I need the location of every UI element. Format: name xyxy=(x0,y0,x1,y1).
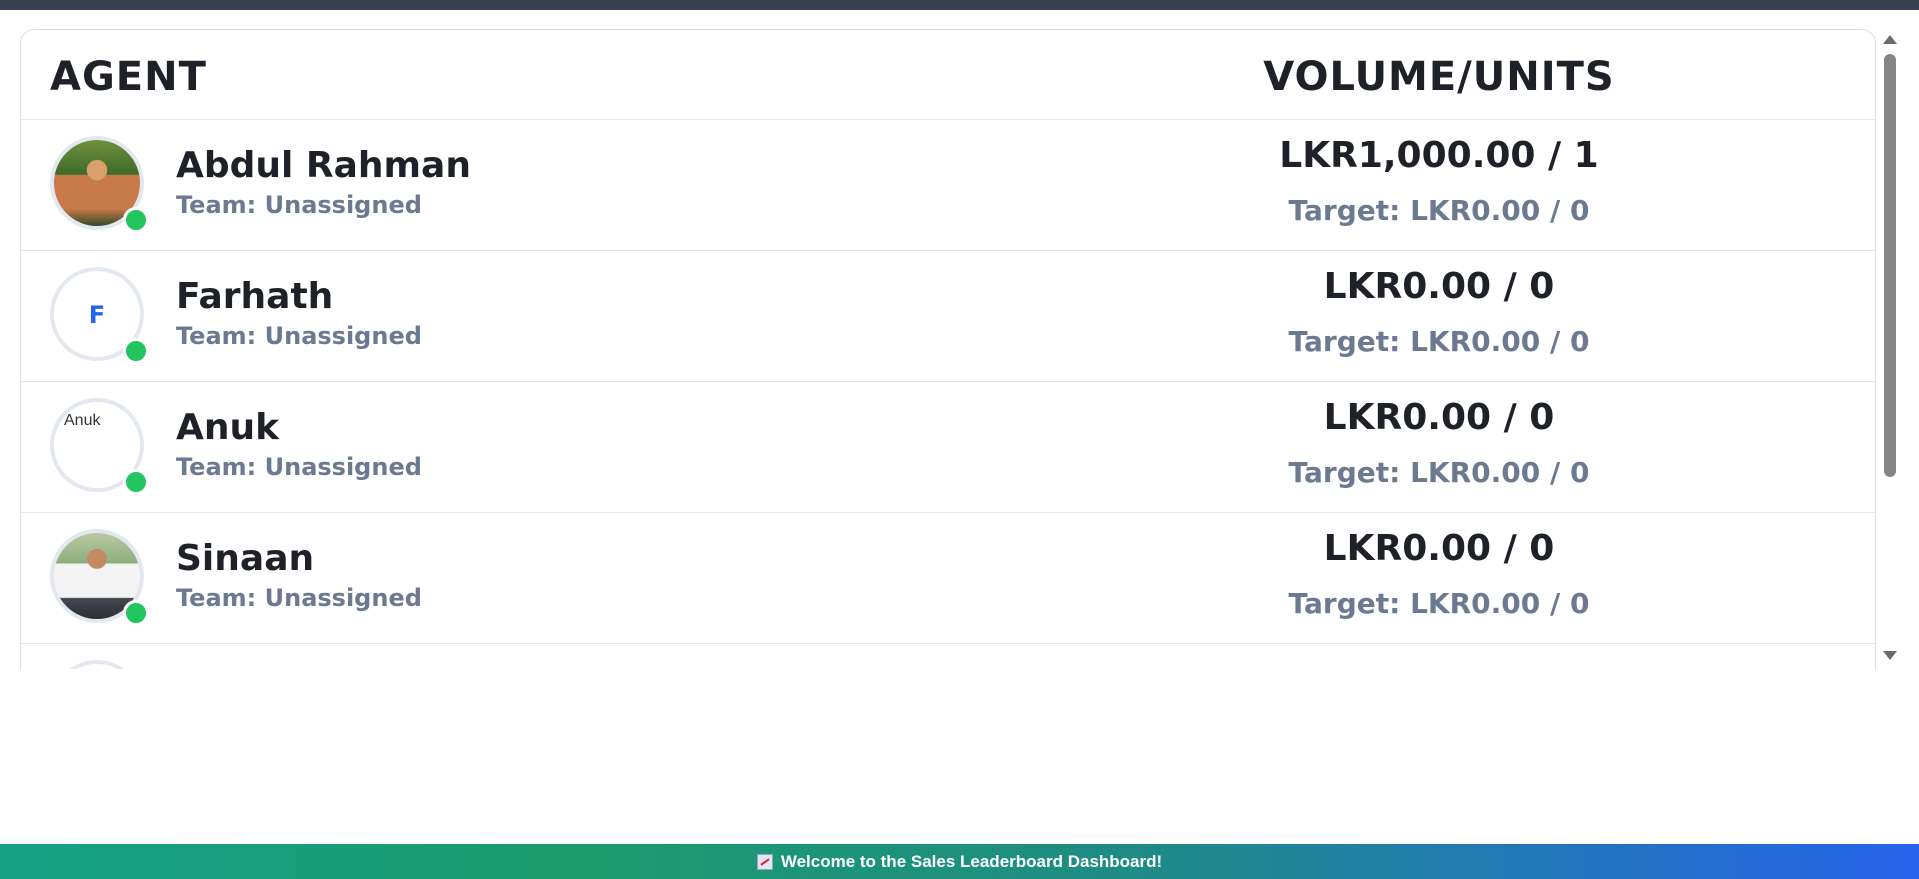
welcome-message: Welcome to the Sales Leaderboard Dashboa… xyxy=(780,851,1163,871)
chart-increasing-icon xyxy=(756,853,773,870)
table-row[interactable]: Sinaan Team: Unassigned LKR0.00 / 0 Targ… xyxy=(21,513,1875,644)
agent-team: Team: Unassigned xyxy=(176,584,422,612)
avatar xyxy=(50,660,144,669)
agent-team: Team: Unassigned xyxy=(176,322,422,350)
table-header: AGENT VOLUME/UNITS xyxy=(21,30,1875,120)
scroll-up-arrow-icon[interactable] xyxy=(1883,35,1897,44)
top-bar xyxy=(0,0,1919,10)
scroll-down-arrow-icon[interactable] xyxy=(1883,651,1897,660)
agent-name: Farhath xyxy=(176,276,334,317)
agent-team: Team: Unassigned xyxy=(176,191,422,219)
scroll-thumb[interactable] xyxy=(1884,54,1896,477)
agent-target: Target: LKR0.00 / 0 xyxy=(1288,587,1590,620)
agent-target: Target: LKR0.00 / 0 xyxy=(1288,194,1590,227)
scrollbar[interactable] xyxy=(1880,29,1900,669)
agent-volume: LKR0.00 / 0 xyxy=(1323,528,1555,569)
avatar-initial: F xyxy=(88,301,106,329)
table-row[interactable]: F Farhath Team: Unassigned LKR0.00 / 0 T… xyxy=(21,251,1875,382)
agent-volume: LKR0.00 / 0 xyxy=(1323,266,1555,307)
agent-volume: LKR0.00 / 0 xyxy=(1323,397,1555,438)
table-row[interactable] xyxy=(21,644,1875,669)
table-row[interactable]: Anuk Anuk Team: Unassigned LKR0.00 / 0 T… xyxy=(21,382,1875,513)
agent-volume: LKR1,000.00 / 1 xyxy=(1279,135,1599,176)
agent-target: Target: LKR0.00 / 0 xyxy=(1288,456,1590,489)
online-status-icon xyxy=(123,207,149,233)
agent-target: Target: LKR0.00 / 0 xyxy=(1288,325,1590,358)
table-row[interactable]: Abdul Rahman Team: Unassigned LKR1,000.0… xyxy=(21,120,1875,251)
leaderboard-table: AGENT VOLUME/UNITS Abdul Rahman Team: Un… xyxy=(20,29,1876,669)
welcome-banner: Welcome to the Sales Leaderboard Dashboa… xyxy=(0,844,1919,879)
online-status-icon xyxy=(123,338,149,364)
broken-image-alt-text: Anuk xyxy=(64,412,101,429)
online-status-icon xyxy=(123,600,149,626)
agent-name: Anuk xyxy=(176,407,280,448)
agent-name: Sinaan xyxy=(176,538,315,579)
column-header-agent: AGENT xyxy=(50,54,207,100)
online-status-icon xyxy=(123,469,149,495)
agent-name: Abdul Rahman xyxy=(176,145,471,186)
column-header-volume-units: VOLUME/UNITS xyxy=(1263,54,1615,100)
agent-team: Team: Unassigned xyxy=(176,453,422,481)
